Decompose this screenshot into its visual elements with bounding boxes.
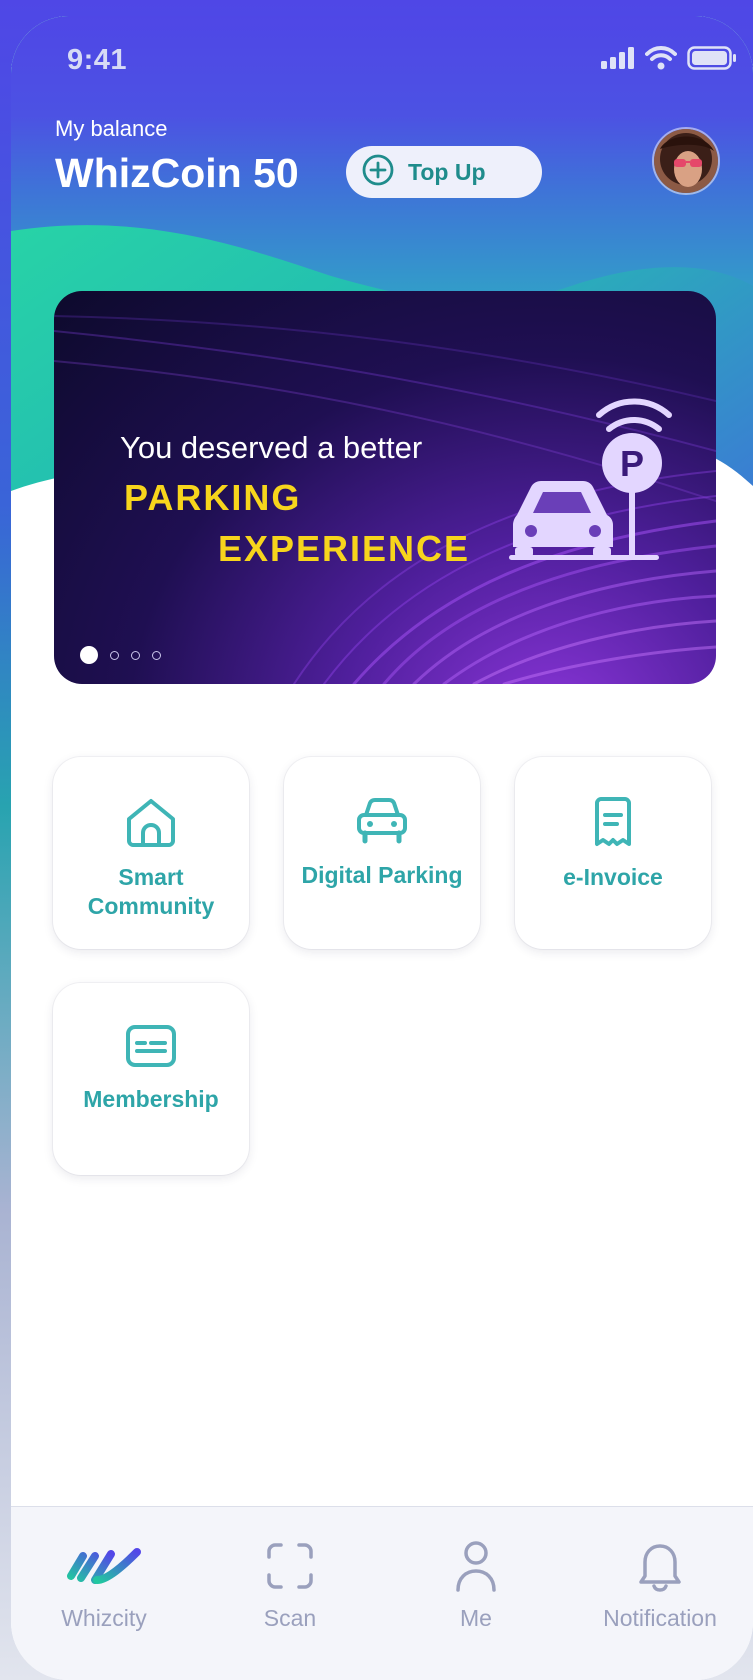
banner-headline: You deserved a better <box>120 430 423 465</box>
tab-label: Notification <box>603 1605 717 1631</box>
plus-circle-icon <box>362 154 394 190</box>
status-icons <box>601 46 737 74</box>
scan-frame-icon <box>265 1541 315 1595</box>
status-bar: 9:41 <box>11 16 753 106</box>
signal-bars-icon <box>601 47 635 73</box>
top-up-button[interactable]: Top Up <box>346 146 542 198</box>
pagination-dot[interactable] <box>80 646 98 664</box>
tab-label: Me <box>460 1605 492 1631</box>
pagination-dot[interactable] <box>110 650 119 660</box>
user-avatar[interactable] <box>652 127 720 195</box>
person-icon <box>455 1540 497 1596</box>
bottom-tab-bar: Whizcity Scan Me Notification <box>11 1506 753 1680</box>
tab-notification[interactable]: Notification <box>567 1507 753 1680</box>
tab-label: Scan <box>263 1605 317 1631</box>
battery-icon <box>687 46 737 74</box>
service-label: Membership <box>83 1086 219 1112</box>
service-label: Digital Parking <box>301 862 463 888</box>
balance-label: My balance <box>55 116 168 141</box>
banner-pagination <box>80 646 161 664</box>
promo-banner[interactable]: You deserved a better PARKING EXPERIENCE… <box>54 291 716 684</box>
balance-value: WhizCoin 50 <box>55 150 299 196</box>
service-tile-smart-community[interactable]: Smart Community <box>53 757 249 949</box>
service-tile-e-invoice[interactable]: e-Invoice <box>515 757 711 949</box>
whizcity-logo-icon <box>67 1546 141 1590</box>
app-screen: 9:41 My balance WhizCoin 50 Top Up You d… <box>11 16 753 1680</box>
tab-scan[interactable]: Scan <box>197 1507 383 1680</box>
car-icon <box>356 797 408 849</box>
top-up-label: Top Up <box>408 158 486 185</box>
tab-me[interactable]: Me <box>383 1507 569 1680</box>
service-label: e-Invoice <box>563 864 663 890</box>
tab-label: Whizcity <box>61 1605 147 1631</box>
wifi-icon <box>645 46 677 74</box>
service-tile-digital-parking[interactable]: Digital Parking <box>284 757 480 949</box>
membership-card-icon <box>125 1023 177 1073</box>
bell-icon <box>637 1540 683 1596</box>
service-label: Smart Community <box>87 864 215 919</box>
home-icon <box>125 797 177 851</box>
pagination-dot[interactable] <box>152 650 161 660</box>
car-parking-icon: P <box>509 391 684 575</box>
status-time: 9:41 <box>67 44 128 76</box>
receipt-icon <box>591 797 635 851</box>
banner-highlight-1: PARKING <box>124 477 302 518</box>
service-tile-membership[interactable]: Membership <box>53 983 249 1175</box>
tab-whizcity[interactable]: Whizcity <box>11 1507 197 1680</box>
svg-text:P: P <box>620 443 644 484</box>
banner-highlight-2: EXPERIENCE <box>218 528 471 569</box>
pagination-dot[interactable] <box>131 650 140 660</box>
